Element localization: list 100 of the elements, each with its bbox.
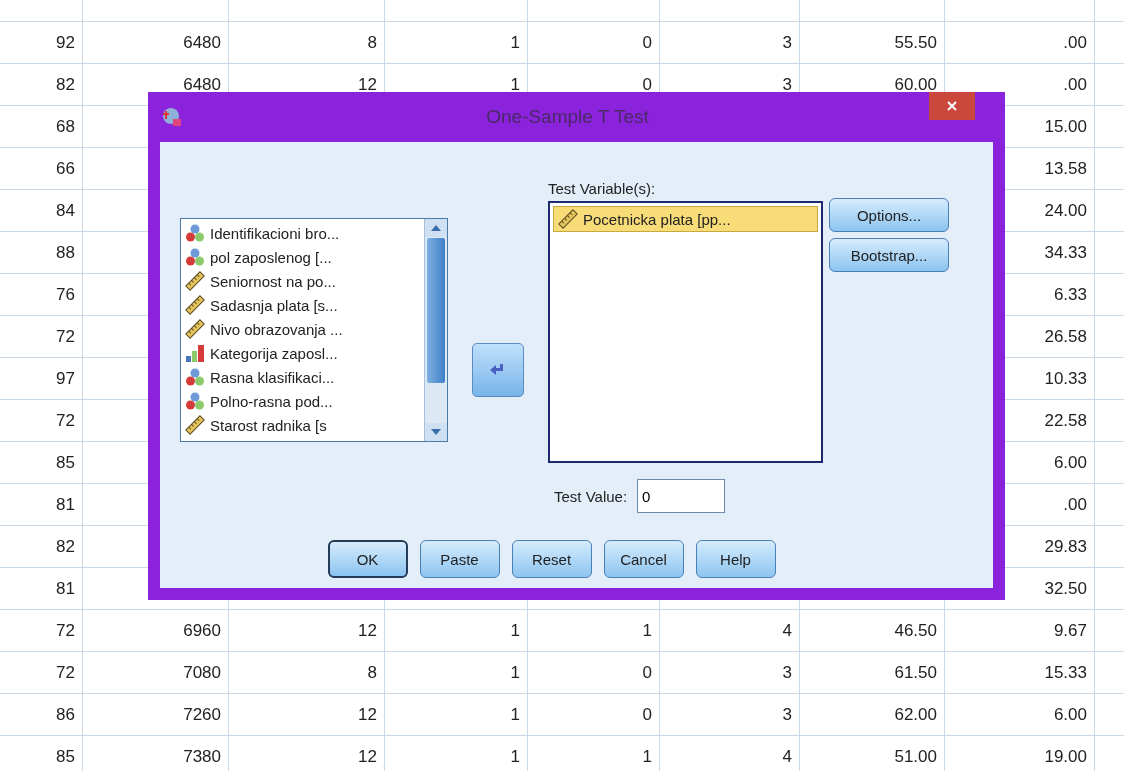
table-cell: 26.58: [1044, 326, 1087, 347]
table-cell: 6960: [183, 620, 221, 641]
scroll-down-icon: [431, 429, 441, 435]
table-cell: 3: [782, 704, 792, 725]
table-cell: .00: [1063, 32, 1087, 53]
table-cell: 92: [56, 32, 75, 53]
list-item[interactable]: Kategorija zaposl...: [210, 344, 338, 362]
table-cell: 6480: [183, 32, 221, 53]
bar-chart-icon: [185, 343, 205, 363]
table-cell: 85: [56, 452, 75, 473]
table-cell: 6480: [183, 74, 221, 95]
table-cell: 55.50: [894, 32, 937, 53]
table-cell: 3: [782, 74, 792, 95]
table-cell: 4: [782, 620, 792, 641]
table-cell: 22.58: [1044, 410, 1087, 431]
dialog-button[interactable]: Reset: [511, 540, 592, 578]
table-cell: 82: [56, 536, 75, 557]
table-cell: 12: [358, 704, 377, 725]
table-cell: 85: [56, 746, 75, 767]
table-cell: 72: [56, 326, 75, 347]
dialog-button[interactable]: OK: [327, 540, 408, 578]
window-title: One-Sample T Test: [485, 106, 650, 128]
table-cell: 32.50: [1044, 578, 1087, 599]
table-cell: 29.83: [1044, 536, 1087, 557]
list-item[interactable]: Rasna klasifikaci...: [210, 368, 335, 386]
table-cell: 0: [642, 662, 652, 683]
dialog-button[interactable]: Paste: [419, 540, 500, 578]
table-cell: 1: [510, 746, 520, 767]
table-cell: 0: [642, 32, 652, 53]
table-cell: 1: [510, 32, 520, 53]
table-cell: 7080: [183, 662, 221, 683]
table-cell: 1: [510, 662, 520, 683]
table-cell: 8: [367, 32, 377, 53]
table-cell: 66: [56, 158, 75, 179]
move-button[interactable]: [472, 343, 524, 397]
list-item[interactable]: Nivo obrazovanja ...: [210, 320, 343, 338]
table-cell: 72: [56, 620, 75, 641]
list-item[interactable]: Pocetnicka plata [pp...: [553, 206, 818, 232]
app-icon: [162, 107, 182, 127]
table-cell: 4: [782, 746, 792, 767]
table-cell: 15.33: [1044, 662, 1087, 683]
table-cell: 12: [358, 74, 377, 95]
table-cell: 10.33: [1044, 368, 1087, 389]
table-cell: .00: [1063, 74, 1087, 95]
table-cell: 34.33: [1044, 242, 1087, 263]
table-cell: 0: [642, 74, 652, 95]
table-cell: 0: [642, 704, 652, 725]
table-cell: 62.00: [894, 704, 937, 725]
table-cell: 81: [56, 578, 75, 599]
test-value-label: Test Value:: [554, 487, 628, 505]
table-cell: 1: [510, 620, 520, 641]
table-cell: 61.50: [894, 662, 937, 683]
balls-icon: [185, 223, 205, 243]
table-cell: 7260: [183, 704, 221, 725]
table-cell: 81: [56, 494, 75, 515]
table-cell: 51.00: [894, 746, 937, 767]
scroll-up-icon: [431, 225, 441, 231]
table-cell: 82: [56, 74, 75, 95]
test-value-field[interactable]: 0: [637, 479, 726, 513]
list-item[interactable]: Identifikacioni bro...: [210, 224, 340, 242]
list-item[interactable]: Seniornost na po...: [210, 272, 336, 290]
list-item[interactable]: pol zaposlenog [...: [210, 248, 332, 266]
table-cell: 72: [56, 662, 75, 683]
close-button[interactable]: [929, 92, 975, 120]
table-cell: 13.58: [1044, 158, 1087, 179]
dialog-button[interactable]: Help: [695, 540, 776, 578]
table-cell: 76: [56, 284, 75, 305]
variable-list[interactable]: Identifikacioni bro... pol zaposlenog [... Seniornost na po... Sadasnja plata [s... Nivo obrazovanja ... Kategorija zaposl... Rasna klasifikaci... Polno-rasna pod... Starost radnika [s: [180, 218, 448, 442]
table-cell: 72: [56, 410, 75, 431]
table-cell: 1: [510, 74, 520, 95]
dialog-button[interactable]: Bootstrap...: [829, 238, 949, 272]
table-cell: .00: [1063, 494, 1087, 515]
balls-icon: [185, 391, 205, 411]
table-cell: 3: [782, 32, 792, 53]
table-cell: 46.50: [894, 620, 937, 641]
test-variables-list[interactable]: Pocetnicka plata [pp...: [548, 201, 823, 463]
balls-icon: [185, 247, 205, 267]
balls-icon: [185, 367, 205, 387]
table-cell: 6.00: [1053, 452, 1087, 473]
close-icon: [947, 101, 957, 111]
table-cell: 1: [642, 746, 652, 767]
scrollbar[interactable]: [424, 219, 447, 441]
dialog-button[interactable]: Cancel: [603, 540, 684, 578]
test-variables-label: Test Variable(s):: [548, 180, 657, 197]
table-cell: 3: [782, 662, 792, 683]
table-cell: 7380: [183, 746, 221, 767]
list-item[interactable]: Polno-rasna pod...: [210, 392, 333, 410]
table-cell: 97: [56, 368, 75, 389]
table-cell: 12: [358, 746, 377, 767]
table-cell: 84: [56, 200, 75, 221]
dialog-button[interactable]: Options...: [829, 198, 949, 232]
list-item[interactable]: Starost radnika [s: [210, 416, 327, 434]
table-cell: 6.33: [1053, 284, 1087, 305]
table-cell: 1: [642, 620, 652, 641]
table-cell: 88: [56, 242, 75, 263]
table-cell: 6.00: [1053, 704, 1087, 725]
table-cell: 12: [358, 620, 377, 641]
list-item[interactable]: Sadasnja plata [s...: [210, 296, 338, 314]
table-cell: 86: [56, 704, 75, 725]
table-cell: 15.00: [1044, 116, 1087, 137]
